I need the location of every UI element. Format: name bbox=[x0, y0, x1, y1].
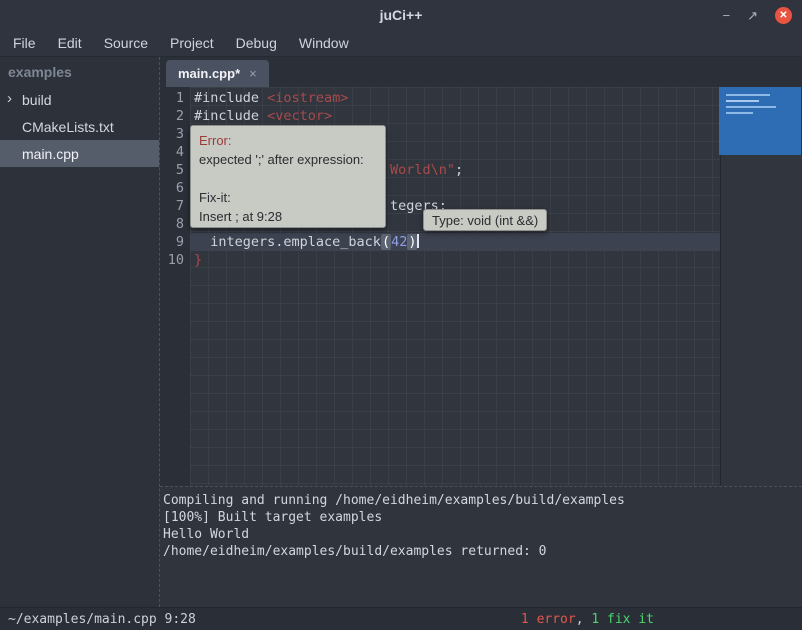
code-segment: } bbox=[194, 252, 202, 268]
diagnostic-message: expected ';' after expression: bbox=[199, 150, 377, 169]
diagnostic-tooltip: Error: expected ';' after expression: Fi… bbox=[190, 125, 386, 228]
code-line[interactable]: 10} bbox=[160, 251, 802, 269]
code-segment: 42 bbox=[391, 234, 407, 250]
code-segment: ; bbox=[455, 162, 463, 178]
terminal-line: /home/eidheim/examples/build/examples re… bbox=[163, 543, 802, 560]
sidebar-item-cmakelists-txt[interactable]: CMakeLists.txt bbox=[0, 113, 159, 140]
line-number: 6 bbox=[160, 179, 190, 197]
line-number: 9 bbox=[160, 233, 190, 251]
code-segment: <vector> bbox=[267, 108, 332, 124]
line-number: 10 bbox=[160, 251, 190, 269]
line-number: 2 bbox=[160, 107, 190, 125]
sidebar-item-main-cpp[interactable]: main.cpp bbox=[0, 140, 159, 167]
terminal-line: Compiling and running /home/eidheim/exam… bbox=[163, 492, 802, 509]
code-editor[interactable]: 1#include <iostream>2#include <vector>34… bbox=[160, 87, 802, 486]
type-tooltip: Type: void (int &&) bbox=[423, 209, 547, 231]
output-terminal[interactable]: Compiling and running /home/eidheim/exam… bbox=[160, 486, 802, 607]
file-tree-sidebar: examples › build CMakeLists.txt main.cpp bbox=[0, 57, 160, 607]
code-segment: ( bbox=[381, 234, 391, 250]
line-number: 7 bbox=[160, 197, 190, 215]
code-line[interactable]: 2#include <vector> bbox=[160, 107, 802, 125]
status-diagnostics: 1 error, 1 fix it bbox=[521, 612, 654, 627]
line-number: 4 bbox=[160, 143, 190, 161]
line-number: 8 bbox=[160, 215, 190, 233]
minimap-line bbox=[726, 100, 759, 102]
tabbar: main.cpp* × bbox=[160, 57, 802, 87]
fixit-title: Fix-it: bbox=[199, 188, 377, 207]
minimap-line bbox=[726, 112, 753, 114]
juci-window: juCi++ − ↗ ✕ FileEditSourceProjectDebugW… bbox=[0, 0, 802, 630]
status-file-location: ~/examples/main.cpp 9:28 bbox=[8, 612, 196, 627]
tab-main-cpp[interactable]: main.cpp* × bbox=[166, 60, 269, 87]
window-title: juCi++ bbox=[0, 7, 802, 23]
minimize-icon[interactable]: − bbox=[723, 7, 731, 24]
menu-item-debug[interactable]: Debug bbox=[225, 35, 288, 51]
type-tooltip-text: Type: void (int &&) bbox=[432, 213, 538, 228]
code-text: #include <iostream> bbox=[190, 89, 348, 107]
project-name: examples bbox=[0, 57, 159, 86]
code-segment: <iostream> bbox=[267, 90, 348, 106]
chevron-right-icon: › bbox=[7, 90, 12, 107]
code-text: #include <vector> bbox=[190, 107, 332, 125]
menu-item-window[interactable]: Window bbox=[288, 35, 360, 51]
terminal-line: Hello World bbox=[163, 526, 802, 543]
diagnostic-title: Error: bbox=[199, 131, 377, 150]
main-area: examples › build CMakeLists.txt main.cpp ma… bbox=[0, 57, 802, 607]
menu-item-file[interactable]: File bbox=[2, 35, 47, 51]
line-number: 1 bbox=[160, 89, 190, 107]
code-segment: World\n" bbox=[390, 162, 455, 178]
code-line[interactable]: 9 integers.emplace_back(42) bbox=[160, 233, 802, 251]
fixit-text: Insert ; at 9:28 bbox=[199, 207, 377, 226]
sidebar-item-build[interactable]: › build bbox=[0, 86, 159, 113]
sidebar-item-label: main.cpp bbox=[22, 146, 79, 162]
tab-label: main.cpp* bbox=[178, 66, 240, 81]
diagnostic-spacer bbox=[199, 169, 377, 188]
line-number: 3 bbox=[160, 125, 190, 143]
text-cursor bbox=[417, 234, 419, 248]
sidebar-item-label: CMakeLists.txt bbox=[22, 119, 114, 135]
menu-item-edit[interactable]: Edit bbox=[47, 35, 93, 51]
line-number: 5 bbox=[160, 161, 190, 179]
menu-item-source[interactable]: Source bbox=[93, 35, 159, 51]
code-segment: integers.emplace_back bbox=[194, 234, 381, 250]
menu-item-project[interactable]: Project bbox=[159, 35, 225, 51]
status-fixit-count: 1 fix it bbox=[591, 612, 654, 627]
code-segment: #include bbox=[194, 108, 267, 124]
minimap-line bbox=[726, 94, 770, 96]
minimap-line bbox=[726, 106, 776, 108]
maximize-icon[interactable]: ↗ bbox=[747, 7, 758, 24]
code-segment: #include bbox=[194, 90, 267, 106]
code-segment: ) bbox=[407, 234, 417, 250]
close-icon[interactable]: ✕ bbox=[775, 7, 792, 24]
minimap[interactable] bbox=[719, 87, 801, 155]
tab-close-icon[interactable]: × bbox=[249, 66, 257, 81]
status-separator: , bbox=[576, 612, 592, 627]
terminal-line: [100%] Built target examples bbox=[163, 509, 802, 526]
menubar: FileEditSourceProjectDebugWindow bbox=[0, 30, 802, 57]
titlebar[interactable]: juCi++ − ↗ ✕ bbox=[0, 0, 802, 30]
code-text: } bbox=[190, 251, 202, 269]
code-text: integers.emplace_back(42) bbox=[190, 233, 419, 251]
file-tree: › build CMakeLists.txt main.cpp bbox=[0, 86, 159, 167]
sidebar-item-label: build bbox=[22, 92, 52, 108]
status-error-count: 1 error bbox=[521, 612, 576, 627]
window-controls: − ↗ ✕ bbox=[723, 7, 802, 24]
editor-pane: main.cpp* × 1#include <iostream>2#includ… bbox=[160, 57, 802, 607]
statusbar: ~/examples/main.cpp 9:28 1 error, 1 fix … bbox=[0, 607, 802, 630]
code-line[interactable]: 1#include <iostream> bbox=[160, 89, 802, 107]
